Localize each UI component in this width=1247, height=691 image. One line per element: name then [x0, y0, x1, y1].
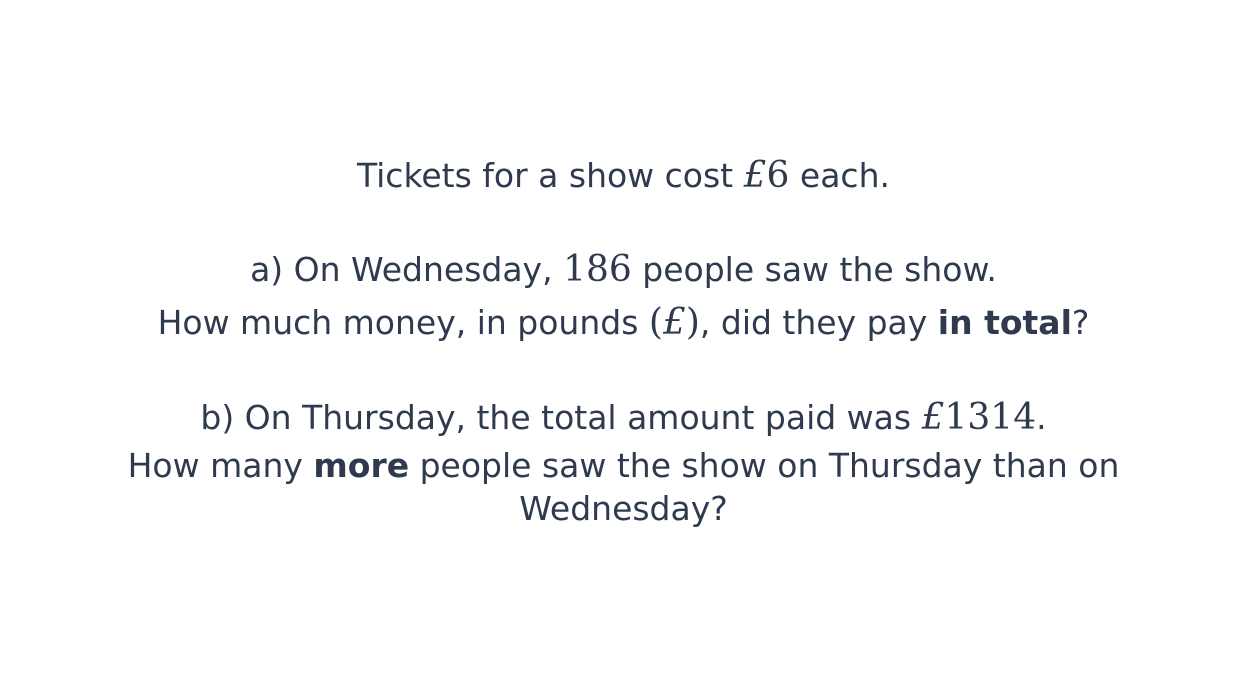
intro-text-before: Tickets for a show cost [356, 156, 744, 195]
question-b-emphasis: more [313, 446, 410, 485]
question-b-line-1: b) On Thursday, the total amount paid wa… [0, 400, 1247, 436]
intro-price-value: 6 [766, 155, 790, 196]
question-a-line-2: How much money, in pounds (£), did they … [0, 305, 1247, 341]
question-b-line-3: Wednesday? [519, 489, 728, 528]
question-b-line1-after: . [1036, 398, 1047, 437]
question-a-number: 186 [563, 249, 632, 290]
question-a-paren-close: ) [685, 302, 700, 343]
intro-price-symbol: £ [743, 155, 767, 196]
question-b-number: 1314 [944, 397, 1037, 438]
question-b-line2-before: How many [127, 446, 314, 485]
question-b-line-2: How many more people saw the show on Thu… [0, 449, 1247, 482]
question-a-paren-open: ( [648, 302, 663, 343]
question-a-pound-symbol: £ [662, 302, 686, 343]
intro-line: Tickets for a show cost £6 each. [0, 158, 1247, 194]
intro-statement: Tickets for a show cost £6 each. [0, 158, 1247, 194]
question-a-line2-before: How much money, in pounds [157, 303, 649, 342]
question-a: a) On Wednesday, 186 people saw the show… [0, 252, 1247, 341]
intro-text-after: each. [789, 156, 890, 195]
question-b-line2-after: people saw the show on Thursday than on [409, 446, 1120, 485]
question-a-line2-mid: , did they pay [699, 303, 938, 342]
question-page: Tickets for a show cost £6 each. a) On W… [0, 0, 1247, 691]
question-a-line2-after: ? [1071, 303, 1090, 342]
question-a-line1-before: a) On Wednesday, [250, 250, 564, 289]
question-a-emphasis: in total [937, 303, 1072, 342]
question-a-line-1: a) On Wednesday, 186 people saw the show… [0, 252, 1247, 288]
question-b-pound-symbol: £ [921, 397, 945, 438]
question-b-line1-before: b) On Thursday, the total amount paid wa… [200, 398, 922, 437]
question-b: b) On Thursday, the total amount paid wa… [0, 400, 1247, 528]
question-a-line1-after: people saw the show. [631, 250, 997, 289]
